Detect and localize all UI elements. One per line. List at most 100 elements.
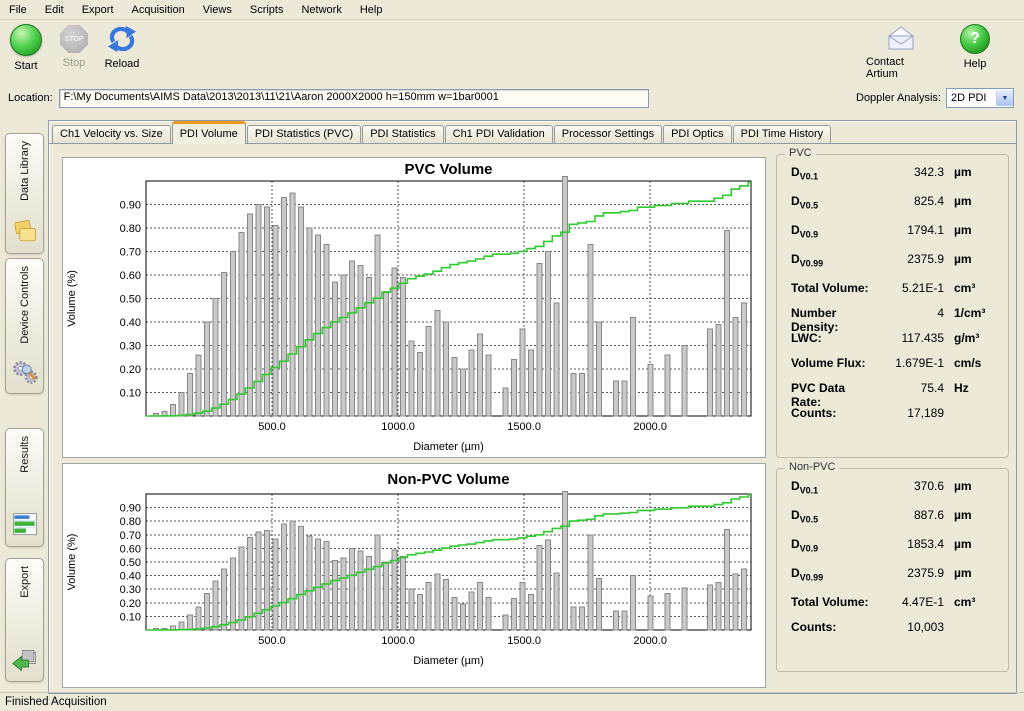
histogram-bar bbox=[622, 611, 627, 630]
y-tick-label: 0.60 bbox=[120, 543, 141, 555]
histogram-bar bbox=[205, 593, 210, 630]
tab-pdi-volume[interactable]: PDI Volume bbox=[172, 121, 246, 144]
histogram-bar bbox=[469, 350, 474, 416]
x-tick-label: 1000.0 bbox=[381, 421, 415, 433]
stat-row: DV0.1342.3µm bbox=[791, 165, 1000, 194]
stat-value: 4 bbox=[878, 306, 944, 320]
stat-row: DV0.5825.4µm bbox=[791, 194, 1000, 223]
start-button-label: Start bbox=[14, 60, 37, 72]
histogram-bar bbox=[341, 275, 346, 416]
stat-label: DV0.5 bbox=[791, 194, 878, 210]
tab-ch1-velocity-vs-size[interactable]: Ch1 Velocity vs. Size bbox=[52, 125, 171, 143]
stat-row: Volume Flux:1.679E-1cm/s bbox=[791, 356, 1000, 381]
x-tick-label: 500.0 bbox=[258, 421, 286, 433]
menu-item-views[interactable]: Views bbox=[194, 2, 241, 18]
histogram-bar bbox=[281, 197, 286, 416]
stat-label: Total Volume: bbox=[791, 595, 878, 609]
tab-pdi-time-history[interactable]: PDI Time History bbox=[733, 125, 832, 143]
tab-pdi-optics[interactable]: PDI Optics bbox=[663, 125, 732, 143]
help-button[interactable]: ? Help bbox=[940, 20, 1010, 80]
reload-button[interactable]: Reload bbox=[100, 20, 144, 70]
reload-button-label: Reload bbox=[105, 58, 140, 70]
histogram-bar bbox=[580, 607, 585, 630]
tab-pdi-statistics-pvc[interactable]: PDI Statistics (PVC) bbox=[247, 125, 361, 143]
stat-value: 2375.9 bbox=[878, 566, 944, 580]
histogram-bar bbox=[631, 576, 636, 630]
tab-processor-settings[interactable]: Processor Settings bbox=[554, 125, 662, 143]
histogram-bar bbox=[588, 535, 593, 630]
stat-value: 1.679E-1 bbox=[878, 356, 944, 370]
histogram-bar bbox=[281, 524, 286, 630]
sidebar-item-device-controls[interactable]: Device Controls bbox=[5, 258, 44, 394]
contact-artium-button[interactable]: Contact Artium bbox=[866, 20, 936, 80]
y-tick-label: 0.70 bbox=[120, 247, 141, 259]
stat-label: Total Volume: bbox=[791, 281, 878, 295]
stat-value: 370.6 bbox=[878, 479, 944, 493]
chart-title: Non-PVC Volume bbox=[387, 471, 509, 488]
menu-item-scripts[interactable]: Scripts bbox=[241, 2, 293, 18]
histogram-bar bbox=[486, 597, 491, 630]
histogram-bar bbox=[682, 588, 687, 630]
x-axis-label: Diameter (µm) bbox=[413, 441, 484, 453]
x-tick-label: 500.0 bbox=[258, 635, 286, 647]
toolbar: Start STOP Stop Reload bbox=[0, 20, 1024, 84]
menu-item-acquisition[interactable]: Acquisition bbox=[123, 2, 194, 18]
menu-item-network[interactable]: Network bbox=[292, 2, 350, 18]
menu-item-help[interactable]: Help bbox=[351, 2, 392, 18]
histogram-bar bbox=[333, 561, 338, 630]
stop-button: STOP Stop bbox=[52, 20, 96, 69]
stat-label: DV0.99 bbox=[791, 566, 878, 582]
contact-artium-label: Contact Artium bbox=[866, 56, 936, 80]
menu-bar: FileEditExportAcquisitionViewsScriptsNet… bbox=[0, 0, 1024, 20]
sidebar-item-results[interactable]: Results bbox=[5, 428, 44, 547]
y-tick-label: 0.10 bbox=[120, 611, 141, 623]
tab-ch1-pdi-validation[interactable]: Ch1 PDI Validation bbox=[445, 125, 553, 143]
chevron-down-icon[interactable]: ▼ bbox=[996, 90, 1013, 106]
export-arrow-icon bbox=[11, 646, 39, 674]
sidebar-item-data-library[interactable]: Data Library bbox=[5, 133, 44, 254]
y-tick-label: 0.20 bbox=[120, 598, 141, 610]
bar-chart-icon bbox=[11, 511, 39, 539]
histogram-bar bbox=[469, 592, 474, 630]
histogram-bar bbox=[528, 350, 533, 416]
menu-item-export[interactable]: Export bbox=[73, 2, 123, 18]
histogram-bar bbox=[546, 540, 551, 630]
tab-pdi-statistics[interactable]: PDI Statistics bbox=[362, 125, 443, 143]
stat-unit: 1/cm³ bbox=[944, 306, 1000, 320]
stat-row: Total Volume:5.21E-1cm³ bbox=[791, 281, 1000, 306]
histogram-bar bbox=[230, 558, 235, 630]
menu-item-file[interactable]: File bbox=[0, 2, 36, 18]
histogram-bar bbox=[350, 261, 355, 416]
histogram-bar bbox=[298, 527, 303, 630]
non-pvc-volume-svg: Non-PVC VolumeVolume (%)0.100.200.300.40… bbox=[63, 464, 765, 687]
histogram-bar bbox=[503, 388, 508, 416]
histogram-bar bbox=[222, 569, 227, 630]
sidebar-item-export[interactable]: Export bbox=[5, 558, 44, 682]
histogram-bar bbox=[392, 550, 397, 630]
histogram-bar bbox=[298, 207, 303, 416]
histogram-bar bbox=[401, 557, 406, 630]
histogram-bar bbox=[196, 355, 201, 416]
histogram-bar bbox=[554, 573, 559, 630]
stat-label: DV0.1 bbox=[791, 479, 878, 495]
location-field[interactable]: F:\My Documents\AIMS Data\2013\2013\11\2… bbox=[59, 89, 649, 108]
histogram-bar bbox=[213, 299, 218, 417]
histogram-bar bbox=[477, 582, 482, 630]
histogram-bar bbox=[614, 611, 619, 630]
histogram-bar bbox=[426, 327, 431, 416]
histogram-bar bbox=[230, 252, 235, 417]
stat-row: DV0.1370.6µm bbox=[791, 479, 1000, 508]
y-tick-label: 0.30 bbox=[120, 584, 141, 596]
histogram-bar bbox=[418, 353, 423, 416]
stat-value: 342.3 bbox=[878, 165, 944, 179]
histogram-bar bbox=[460, 604, 465, 630]
histogram-bar bbox=[435, 574, 440, 630]
menu-item-edit[interactable]: Edit bbox=[36, 2, 73, 18]
doppler-analysis-select[interactable]: 2D PDI ▼ bbox=[946, 88, 1014, 108]
histogram-bar bbox=[443, 322, 448, 416]
histogram-bar bbox=[358, 266, 363, 416]
histogram-bar bbox=[358, 551, 363, 630]
histogram-bar bbox=[435, 310, 440, 416]
start-button[interactable]: Start bbox=[4, 20, 48, 72]
stat-unit: µm bbox=[944, 566, 1000, 580]
